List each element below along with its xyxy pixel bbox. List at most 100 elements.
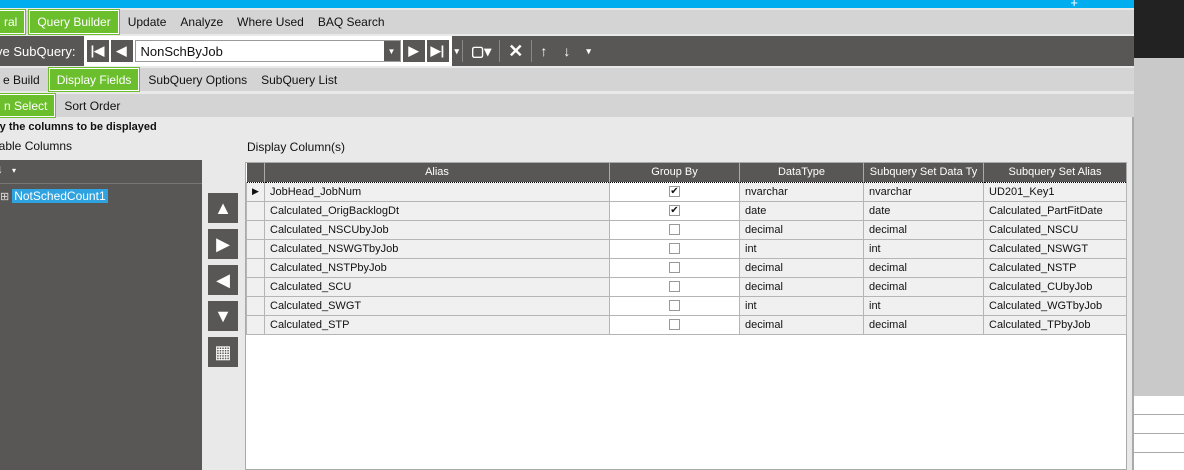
group-by-cell[interactable] [609,295,740,316]
panel-edge [1126,117,1134,470]
table-row[interactable]: Calculated_OrigBacklogDt ✔ date date Cal… [246,200,1127,221]
table-row[interactable]: Calculated_NSWGTbyJob int int Calculated… [246,238,1127,259]
tab-sort-order[interactable]: Sort Order [57,94,127,117]
group-by-cell[interactable] [609,314,740,335]
group-by-checkbox[interactable] [669,300,680,312]
row-indicator[interactable] [246,314,265,335]
tab-column-select[interactable]: n Select [0,93,57,118]
alias-cell[interactable]: Calculated_SWGT [264,295,610,316]
calculator-icon: ▦ [214,341,232,362]
add-column-button[interactable]: ▶ [208,229,238,259]
group-by-checkbox[interactable] [669,224,680,236]
dropdown-icon[interactable]: ▾ [452,46,463,57]
move-up-button[interactable]: ▲ [208,193,238,223]
table-row[interactable]: ▶ JobHead_JobNum ✔ nvarchar nvarchar UD2… [246,181,1127,202]
group-by-cell[interactable] [609,219,740,240]
row-indicator-header [246,163,265,182]
tab-query-builder[interactable]: Query Builder [28,9,120,35]
delete-icon[interactable]: ✕ [500,41,531,62]
set-alias-cell[interactable]: Calculated_PartFitDate [983,200,1127,221]
row-indicator[interactable] [246,219,265,240]
move-up-icon[interactable]: ↑ [532,43,555,59]
alias-cell[interactable]: JobHead_JobNum [264,181,610,202]
current-row-icon: ▶ [252,186,259,196]
set-alias-cell[interactable]: Calculated_TPbyJob [983,314,1127,335]
column-header-set-datatype[interactable]: Subquery Set Data Ty [863,163,984,182]
subquery-value: NonSchByJob [140,43,223,59]
tab-baq-search[interactable]: BAQ Search [311,10,392,34]
group-by-checkbox[interactable] [669,319,680,331]
row-indicator[interactable] [246,295,265,316]
table-row[interactable]: Calculated_STP decimal decimal Calculate… [246,314,1127,335]
set-alias-cell[interactable]: Calculated_NSTP [983,257,1127,278]
group-by-checkbox[interactable] [669,281,680,293]
tab-update[interactable]: Update [121,10,174,34]
datatype-cell: decimal [739,276,864,297]
available-columns-label: lable Columns [0,139,73,153]
row-indicator[interactable] [246,200,265,221]
row-indicator[interactable]: ▶ [246,181,265,202]
sort-icon[interactable]: ↓ [0,162,3,176]
alias-cell[interactable]: Calculated_STP [264,314,610,335]
first-icon[interactable]: |◀ [86,40,109,62]
group-by-cell[interactable]: ✔ [609,200,740,221]
tab-analyze[interactable]: Analyze [173,10,230,34]
remove-column-button[interactable]: ◀ [208,265,238,295]
set-alias-cell[interactable]: Calculated_NSCU [983,219,1127,240]
chevron-down-icon[interactable]: ▼ [383,41,400,61]
dropdown-icon[interactable]: ▾ [12,166,16,175]
previous-icon[interactable]: ◀ [110,40,133,62]
alias-cell[interactable]: Calculated_NSWGTbyJob [264,238,610,259]
tree-item[interactable]: ⊞ NotSchedCount1 [0,188,108,204]
subquery-select[interactable]: NonSchByJob ▼ [134,40,401,62]
plus-icon[interactable]: + [1070,0,1078,10]
tab-general[interactable]: ral [0,9,27,35]
calculated-field-button[interactable]: ▦ [208,337,238,367]
tab-subquery-list[interactable]: SubQuery List [254,68,344,91]
group-by-checkbox[interactable] [669,262,680,274]
group-by-cell[interactable]: ✔ [609,181,740,202]
row-indicator[interactable] [246,238,265,259]
alias-cell[interactable]: Calculated_SCU [264,276,610,297]
tab-where-used[interactable]: Where Used [230,10,311,34]
available-columns-tree: ↓ ▾ ⊞ NotSchedCount1 [0,160,202,470]
alias-cell[interactable]: Calculated_NSTPbyJob [264,257,610,278]
set-alias-cell[interactable]: Calculated_NSWGT [983,238,1127,259]
tab-display-fields[interactable]: Display Fields [47,67,141,92]
main-tabs: ral Query Builder Update Analyze Where U… [0,9,1134,35]
set-alias-cell[interactable]: Calculated_WGTbyJob [983,295,1127,316]
column-header-set-alias[interactable]: Subquery Set Alias [983,163,1127,182]
set-alias-cell[interactable]: UD201_Key1 [983,181,1127,202]
sub-tabs: e Build Display Fields SubQuery Options … [0,67,1134,92]
column-header-datatype[interactable]: DataType [739,163,864,182]
table-row[interactable]: Calculated_NSCUbyJob decimal decimal Cal… [246,219,1127,240]
move-down-button[interactable]: ▼ [208,301,238,331]
group-by-cell[interactable] [609,238,740,259]
group-by-checkbox[interactable]: ✔ [669,186,680,198]
group-by-checkbox[interactable]: ✔ [669,205,680,217]
set-datatype-cell: decimal [863,314,984,335]
table-row[interactable]: Calculated_SCU decimal decimal Calculate… [246,276,1127,297]
tab-phrase-build[interactable]: e Build [0,68,47,91]
row-indicator[interactable] [246,276,265,297]
alias-cell[interactable]: Calculated_NSCUbyJob [264,219,610,240]
move-down-icon[interactable]: ↓ [555,43,578,59]
tab-subquery-options[interactable]: SubQuery Options [141,68,254,91]
next-icon[interactable]: ▶ [402,40,425,62]
column-header-alias[interactable]: Alias [264,163,610,182]
new-icon[interactable]: ▢▾ [463,43,499,60]
dropdown-icon[interactable]: ▾ [578,46,599,57]
triangle-right-icon: ▶ [216,233,230,254]
row-indicator[interactable] [246,257,265,278]
group-by-checkbox[interactable] [669,243,680,255]
set-datatype-cell: nvarchar [863,181,984,202]
group-by-cell[interactable] [609,276,740,297]
alias-cell[interactable]: Calculated_OrigBacklogDt [264,200,610,221]
column-header-group-by[interactable]: Group By [609,163,740,182]
title-bar: + [0,0,1134,10]
group-by-cell[interactable] [609,257,740,278]
last-icon[interactable]: ▶| [426,40,449,62]
table-row[interactable]: Calculated_SWGT int int Calculated_WGTby… [246,295,1127,316]
table-row[interactable]: Calculated_NSTPbyJob decimal decimal Cal… [246,257,1127,278]
set-alias-cell[interactable]: Calculated_CUbyJob [983,276,1127,297]
